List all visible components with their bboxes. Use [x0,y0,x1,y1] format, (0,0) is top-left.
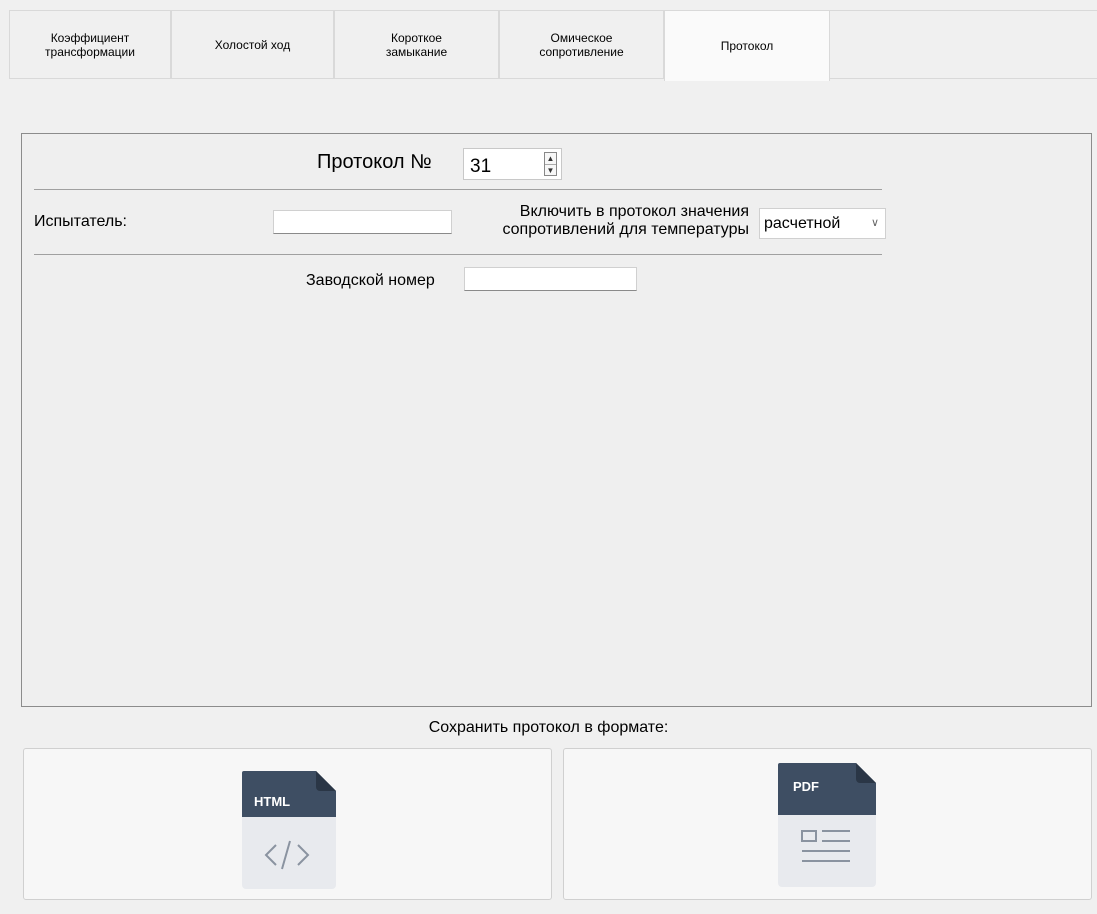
tab-label: Холостой ход [214,37,291,52]
save-pdf-button[interactable]: PDF [563,748,1092,900]
save-caption: Сохранить протокол в формате: [428,719,669,736]
divider [34,189,882,190]
tab-label: Омическое сопротивление [539,30,624,59]
tab-ohmic-resistance[interactable]: Омическое сопротивление [499,10,664,79]
html-file-icon [242,771,336,889]
tab-protocol[interactable]: Протокол [664,10,830,81]
protocol-panel: Протокол № 31 ▲ ▼ Испытатель: Включить в… [21,133,1092,707]
tab-bar-filler [830,10,1097,79]
tester-input[interactable] [273,210,452,234]
tab-label: Протокол [720,39,774,53]
tab-bar: Коэффициент трансформации Холостой ход К… [9,10,1097,81]
pdf-label: PDF [793,779,819,794]
temperature-select-value: расчетной [764,215,841,232]
pdf-file-icon [778,763,876,887]
divider [34,254,882,255]
include-resistance-label: Включить в протокол значения сопротивлен… [502,203,749,238]
tester-label: Испытатель: [34,213,127,230]
save-html-button[interactable]: HTML [23,748,552,900]
spin-arrows: ▲ ▼ [544,152,557,176]
tab-transformation-ratio[interactable]: Коэффициент трансформации [9,10,171,79]
tab-no-load[interactable]: Холостой ход [171,10,334,79]
tab-label: Коэффициент трансформации [45,30,135,59]
tab-label: Короткое замыкание [385,30,448,59]
chevron-down-icon: ∨ [870,217,879,229]
serial-number-label: Заводской номер [306,272,435,289]
tab-short-circuit[interactable]: Короткое замыкание [334,10,499,79]
html-label: HTML [254,794,291,809]
spin-down-icon[interactable]: ▼ [545,165,556,176]
temperature-select[interactable]: расчетной ∨ [759,208,886,239]
spin-up-icon[interactable]: ▲ [545,153,556,165]
serial-number-input[interactable] [464,267,637,291]
protocol-title: Протокол № [317,151,432,173]
protocol-number-spinbox[interactable]: 31 ▲ ▼ [463,148,562,180]
protocol-number-value: 31 [470,156,492,177]
